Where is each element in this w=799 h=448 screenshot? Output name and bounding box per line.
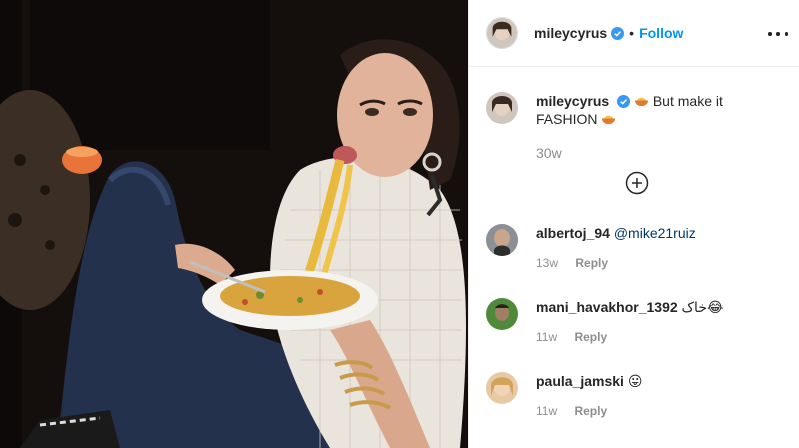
commenter-avatar[interactable] xyxy=(486,372,518,404)
comment-text: 😛 xyxy=(627,373,643,389)
comment-meta: 11w Reply xyxy=(536,402,642,420)
comment-username[interactable]: paula_jamski xyxy=(536,373,624,389)
author-avatar[interactable] xyxy=(486,92,518,124)
post-photo[interactable] xyxy=(0,0,468,448)
verified-badge-icon xyxy=(617,95,631,108)
comment-item: paula_jamski 😛 11w Reply xyxy=(486,372,786,420)
plus-circle-icon[interactable] xyxy=(625,171,649,195)
author-username[interactable]: mileycyrus xyxy=(534,25,607,41)
comment-meta: 13w Reply xyxy=(536,254,696,272)
more-options-icon[interactable] xyxy=(768,24,788,44)
caption-username[interactable]: mileycyrus xyxy=(536,93,609,109)
caption-text-line2: FASHION xyxy=(536,111,598,127)
caption: mileycyrus But make it FASHION 30w xyxy=(486,92,786,162)
comment-age: 11w xyxy=(536,330,558,344)
comment-meta: 11w Reply xyxy=(536,328,723,346)
verified-badge-icon xyxy=(611,26,625,40)
commenter-avatar[interactable] xyxy=(486,298,518,330)
comment-age: 13w xyxy=(536,256,559,270)
caption-age: 30w xyxy=(536,145,562,161)
commenter-avatar[interactable] xyxy=(486,224,518,256)
post-header: mileycyrus • Follow xyxy=(469,0,799,67)
comment-item: mani_havakhor_1392 خاک😂 11w Reply xyxy=(486,298,786,346)
spaghetti-emoji-icon xyxy=(634,97,649,107)
comment-username[interactable]: albertoj_94 xyxy=(536,225,610,241)
reply-button[interactable]: Reply xyxy=(575,256,608,270)
spaghetti-emoji-icon xyxy=(602,115,616,125)
reply-button[interactable]: Reply xyxy=(574,404,607,418)
comments-list[interactable]: mileycyrus But make it FASHION 30w alber… xyxy=(469,67,799,448)
comment-mention[interactable]: @mike21ruiz xyxy=(614,225,696,241)
caption-text-line1: But make it xyxy=(652,93,723,109)
author-avatar[interactable] xyxy=(486,17,518,49)
comment-item: albertoj_94 @mike21ruiz 13w Reply xyxy=(486,224,786,272)
reply-button[interactable]: Reply xyxy=(574,330,607,344)
follow-button[interactable]: Follow xyxy=(639,25,683,41)
separator-dot: • xyxy=(629,25,635,41)
post-sidebar: mileycyrus • Follow mileycyrus But make … xyxy=(468,0,799,448)
comment-username[interactable]: mani_havakhor_1392 xyxy=(536,299,678,315)
comment-age: 11w xyxy=(536,404,558,418)
comment-text: خاک😂 xyxy=(681,299,724,315)
